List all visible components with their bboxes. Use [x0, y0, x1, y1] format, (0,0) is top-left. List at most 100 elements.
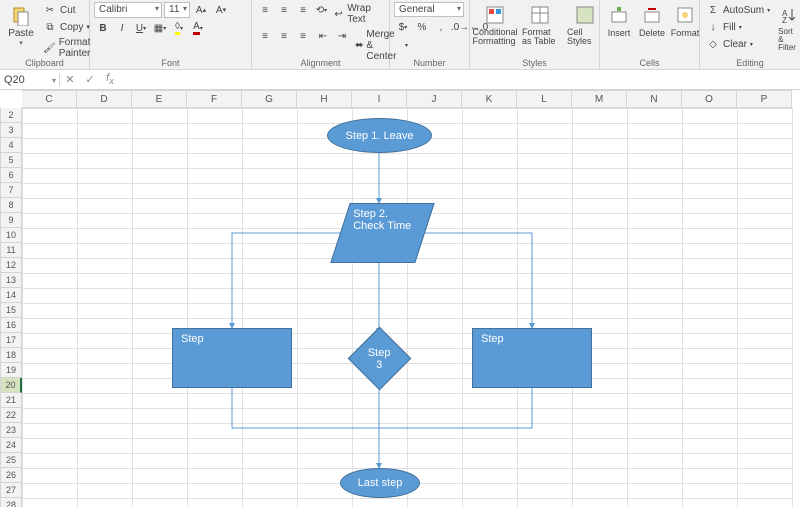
col-header-J[interactable]: J — [407, 90, 462, 108]
row-header-24[interactable]: 24 — [0, 438, 22, 453]
col-header-L[interactable]: L — [517, 90, 572, 108]
row-header-3[interactable]: 3 — [0, 123, 22, 138]
col-header-P[interactable]: P — [737, 90, 792, 108]
row-header-5[interactable]: 5 — [0, 153, 22, 168]
row-header-13[interactable]: 13 — [0, 273, 22, 288]
formula-input[interactable] — [120, 70, 800, 89]
copy-button[interactable]: ⧉Copy▾ — [41, 19, 94, 35]
inc-decimal-button[interactable]: .0→ — [451, 19, 469, 35]
borders-button[interactable]: ▦▾ — [151, 20, 169, 36]
format-as-table-button[interactable]: Format as Table — [519, 2, 561, 48]
col-header-G[interactable]: G — [242, 90, 297, 108]
align-middle-button[interactable]: ≡ — [275, 2, 293, 18]
paste-button[interactable]: Paste▾ — [4, 2, 38, 49]
col-header-H[interactable]: H — [297, 90, 352, 108]
cut-button[interactable]: ✂Cut — [41, 2, 94, 18]
dec-indent-button[interactable]: ⇤ — [314, 28, 332, 44]
row-header-17[interactable]: 17 — [0, 333, 22, 348]
insert-cells-button[interactable]: Insert — [604, 2, 634, 40]
row-header-27[interactable]: 27 — [0, 483, 22, 498]
format-cells-button[interactable]: Format — [670, 2, 700, 40]
col-header-N[interactable]: N — [627, 90, 682, 108]
name-box[interactable]: Q20 — [0, 74, 60, 86]
col-header-O[interactable]: O — [682, 90, 737, 108]
row-header-18[interactable]: 18 — [0, 348, 22, 363]
row-header-2[interactable]: 2 — [0, 108, 22, 123]
flowchart-end-node[interactable]: Last step — [340, 468, 420, 498]
sigma-icon: Σ — [706, 3, 720, 17]
row-header-25[interactable]: 25 — [0, 453, 22, 468]
row-header-20[interactable]: 20 — [0, 378, 22, 393]
number-format-select[interactable]: General — [394, 2, 464, 17]
col-header-D[interactable]: D — [77, 90, 132, 108]
flowchart-process-left[interactable]: Step — [172, 328, 292, 388]
row-header-15[interactable]: 15 — [0, 303, 22, 318]
wrap-text-button[interactable]: ↩Wrap Text — [331, 2, 385, 26]
col-header-E[interactable]: E — [132, 90, 187, 108]
format-icon — [674, 4, 696, 26]
font-size-select[interactable]: 11 — [164, 2, 190, 18]
align-right-button[interactable]: ≡ — [294, 28, 312, 44]
col-header-K[interactable]: K — [462, 90, 517, 108]
row-header-12[interactable]: 12 — [0, 258, 22, 273]
row-header-28[interactable]: 28 — [0, 498, 22, 507]
align-center-button[interactable]: ≡ — [275, 28, 293, 44]
underline-button[interactable]: U▾ — [132, 20, 150, 36]
font-color-icon: A — [193, 21, 200, 35]
sort-filter-button[interactable]: AZSort & Filter — [775, 2, 800, 54]
font-color-button[interactable]: A▾ — [189, 20, 207, 36]
font-name-select[interactable]: Calibri — [94, 2, 162, 18]
italic-button[interactable]: I — [113, 20, 131, 36]
currency-button[interactable]: $▾ — [394, 19, 412, 35]
autosum-button[interactable]: ΣAutoSum▾ — [704, 2, 772, 18]
worksheet: CDEFGHIJKLMNOP 2345678910111213141516171… — [0, 90, 800, 507]
group-editing: ΣAutoSum▾ ↓Fill▾ ◇Clear▾ AZSort & Filter… — [700, 0, 800, 69]
row-header-23[interactable]: 23 — [0, 423, 22, 438]
row-header-6[interactable]: 6 — [0, 168, 22, 183]
col-header-C[interactable]: C — [22, 90, 77, 108]
fx-enter-button[interactable]: ✓ — [80, 73, 100, 86]
row-headers: 2345678910111213141516171819202122232425… — [0, 108, 22, 507]
row-header-11[interactable]: 11 — [0, 243, 22, 258]
group-label-clipboard: Clipboard — [0, 58, 89, 68]
row-header-26[interactable]: 26 — [0, 468, 22, 483]
bold-button[interactable]: B — [94, 20, 112, 36]
row-header-7[interactable]: 7 — [0, 183, 22, 198]
row-header-10[interactable]: 10 — [0, 228, 22, 243]
conditional-formatting-button[interactable]: Conditional Formatting — [474, 2, 516, 48]
fx-cancel-button[interactable]: ✕ — [60, 73, 80, 86]
align-left-button[interactable]: ≡ — [256, 28, 274, 44]
orientation-button[interactable]: ⟲▾ — [314, 2, 329, 18]
group-label-editing: Editing — [700, 58, 800, 68]
row-header-22[interactable]: 22 — [0, 408, 22, 423]
grow-font-button[interactable]: A▴ — [192, 2, 210, 18]
group-cells: Insert Delete Format Cells — [600, 0, 700, 69]
comma-button[interactable]: , — [432, 19, 450, 35]
delete-cells-button[interactable]: Delete — [637, 2, 667, 40]
row-header-19[interactable]: 19 — [0, 363, 22, 378]
row-header-16[interactable]: 16 — [0, 318, 22, 333]
align-bottom-button[interactable]: ≡ — [294, 2, 312, 18]
format-painter-button[interactable]: 🖌Format Painter — [41, 36, 94, 60]
flowchart-process-right[interactable]: Step — [472, 328, 592, 388]
cell-grid[interactable]: Step 1. Leave Step 2. Check Time Step 3 … — [22, 108, 792, 507]
clear-button[interactable]: ◇Clear▾ — [704, 36, 772, 52]
shrink-font-button[interactable]: A▾ — [212, 2, 230, 18]
flowchart-start-node[interactable]: Step 1. Leave — [327, 118, 432, 153]
col-header-M[interactable]: M — [572, 90, 627, 108]
inc-indent-button[interactable]: ⇥ — [333, 28, 351, 44]
fill-button[interactable]: ↓Fill▾ — [704, 19, 772, 35]
percent-button[interactable]: % — [413, 19, 431, 35]
align-top-button[interactable]: ≡ — [256, 2, 274, 18]
row-header-4[interactable]: 4 — [0, 138, 22, 153]
fill-color-button[interactable]: ◊▾ — [170, 20, 188, 36]
col-header-I[interactable]: I — [352, 90, 407, 108]
row-header-14[interactable]: 14 — [0, 288, 22, 303]
col-header-F[interactable]: F — [187, 90, 242, 108]
group-label-font: Font — [90, 58, 251, 68]
row-header-9[interactable]: 9 — [0, 213, 22, 228]
row-header-21[interactable]: 21 — [0, 393, 22, 408]
wrap-icon: ↩ — [333, 7, 344, 21]
row-header-8[interactable]: 8 — [0, 198, 22, 213]
fx-insert-button[interactable]: fx — [100, 72, 120, 86]
